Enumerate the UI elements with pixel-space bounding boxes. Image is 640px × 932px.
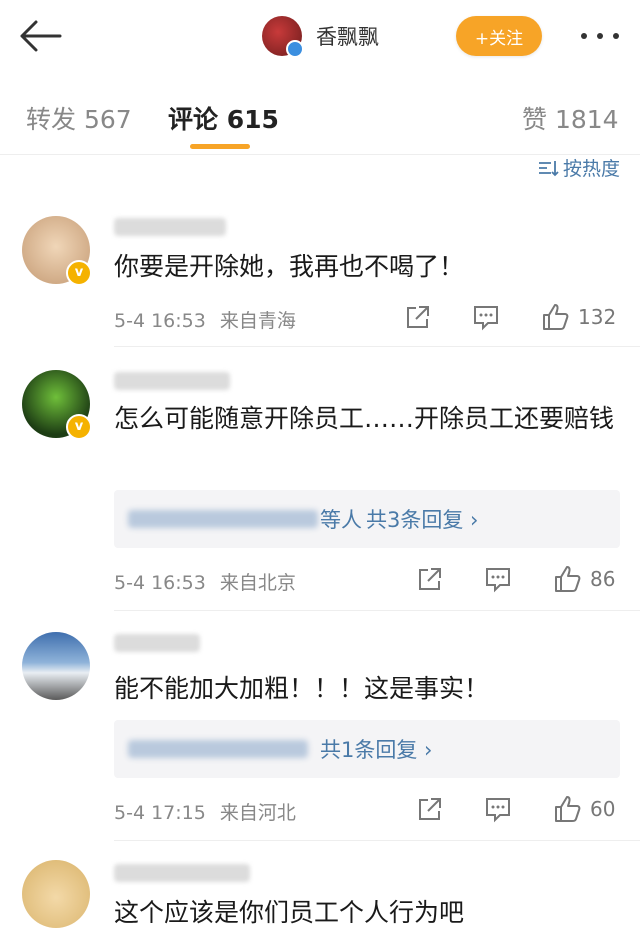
username-blurred[interactable] (114, 218, 226, 236)
reply-button[interactable] (484, 792, 512, 826)
thumbs-up-icon (555, 566, 581, 592)
username-blurred[interactable] (114, 634, 200, 652)
like-count: 86 (590, 567, 616, 591)
share-icon (419, 568, 441, 590)
reply-button[interactable] (484, 562, 512, 596)
verified-badge-icon (286, 40, 304, 58)
share-button[interactable] (404, 300, 432, 334)
comment-meta: 5-4 17:15 来自河北 (114, 798, 296, 825)
reply-usernames-blurred (128, 740, 308, 758)
sort-icon (538, 160, 559, 176)
comment-time: 5-4 16:53 (114, 310, 206, 332)
like-button[interactable]: 132 (540, 300, 616, 334)
share-button[interactable] (416, 792, 444, 826)
comment-meta: 5-4 16:53 来自青海 (114, 306, 296, 333)
divider (114, 346, 640, 347)
back-arrow-icon[interactable] (14, 14, 66, 58)
top-bar: 香飘飘 +关注 (0, 0, 640, 74)
like-button[interactable]: 60 (552, 792, 615, 826)
reply-button[interactable] (472, 300, 500, 334)
comment-text: 你要是开除她，我再也不喝了！ (114, 252, 465, 281)
comment-text: 能不能加大加粗！！！这是事实！ (114, 674, 490, 703)
comment-meta: 5-4 16:53 来自北京 (114, 568, 296, 595)
comment-icon (486, 798, 510, 823)
divider (114, 840, 640, 841)
share-button[interactable] (416, 562, 444, 596)
brand-header[interactable]: 香飘飘 (262, 14, 379, 58)
comment-icon (486, 568, 510, 593)
brand-name[interactable]: 香飘飘 (316, 21, 379, 51)
comment-time: 5-4 16:53 (114, 572, 206, 594)
comment-text: 这个应该是你们员工个人行为吧 (114, 898, 465, 927)
verified-badge-icon: v (66, 260, 92, 286)
comment-actions: 132 (400, 300, 620, 334)
reply-preview[interactable]: 共1条回复 › (114, 720, 620, 778)
comment-location: 来自河北 (219, 802, 296, 824)
reply-preview[interactable]: 等人 共3条回复 › (114, 490, 620, 548)
active-tab-indicator (190, 144, 250, 149)
like-count: 132 (578, 305, 617, 329)
tab-comments[interactable]: 评论 615 (168, 100, 279, 136)
comment-location: 来自北京 (219, 572, 296, 594)
divider (114, 610, 640, 611)
like-button[interactable]: 86 (552, 562, 615, 596)
share-icon (407, 306, 429, 328)
username-blurred[interactable] (114, 372, 230, 390)
tab-reposts[interactable]: 转发 567 (26, 100, 132, 136)
follow-button[interactable]: +关注 (456, 16, 542, 56)
reply-suffix: 等人 (320, 508, 362, 532)
comment-icon (474, 306, 498, 331)
comment-actions: 86 (400, 562, 620, 596)
comment-text: 怎么可能随意开除员工……开除员工还要赔钱 (114, 404, 615, 433)
brand-avatar[interactable] (262, 16, 304, 58)
comment-actions: 60 (400, 792, 620, 826)
share-icon (419, 798, 441, 820)
tab-bar: 转发 567 评论 615 赞 1814 (0, 74, 640, 155)
thumbs-up-icon (543, 304, 569, 330)
verified-badge-icon: v (66, 414, 92, 440)
reply-count-link[interactable]: 共3条回复 › (366, 504, 478, 534)
avatar[interactable] (22, 632, 90, 700)
comment-time: 5-4 17:15 (114, 802, 206, 824)
reply-count-link[interactable]: 共1条回复 › (320, 734, 432, 764)
thumbs-up-icon (555, 796, 581, 822)
sort-label: 按热度 (562, 158, 620, 180)
avatar[interactable] (22, 860, 90, 928)
reply-usernames-blurred (128, 510, 318, 528)
tab-likes[interactable]: 赞 1814 (522, 100, 619, 136)
sort-by-hot-button[interactable]: 按热度 (537, 154, 620, 181)
username-blurred[interactable] (114, 864, 250, 882)
like-count: 60 (590, 797, 616, 821)
comment-location: 来自青海 (219, 310, 296, 332)
more-icon[interactable] (578, 26, 622, 46)
